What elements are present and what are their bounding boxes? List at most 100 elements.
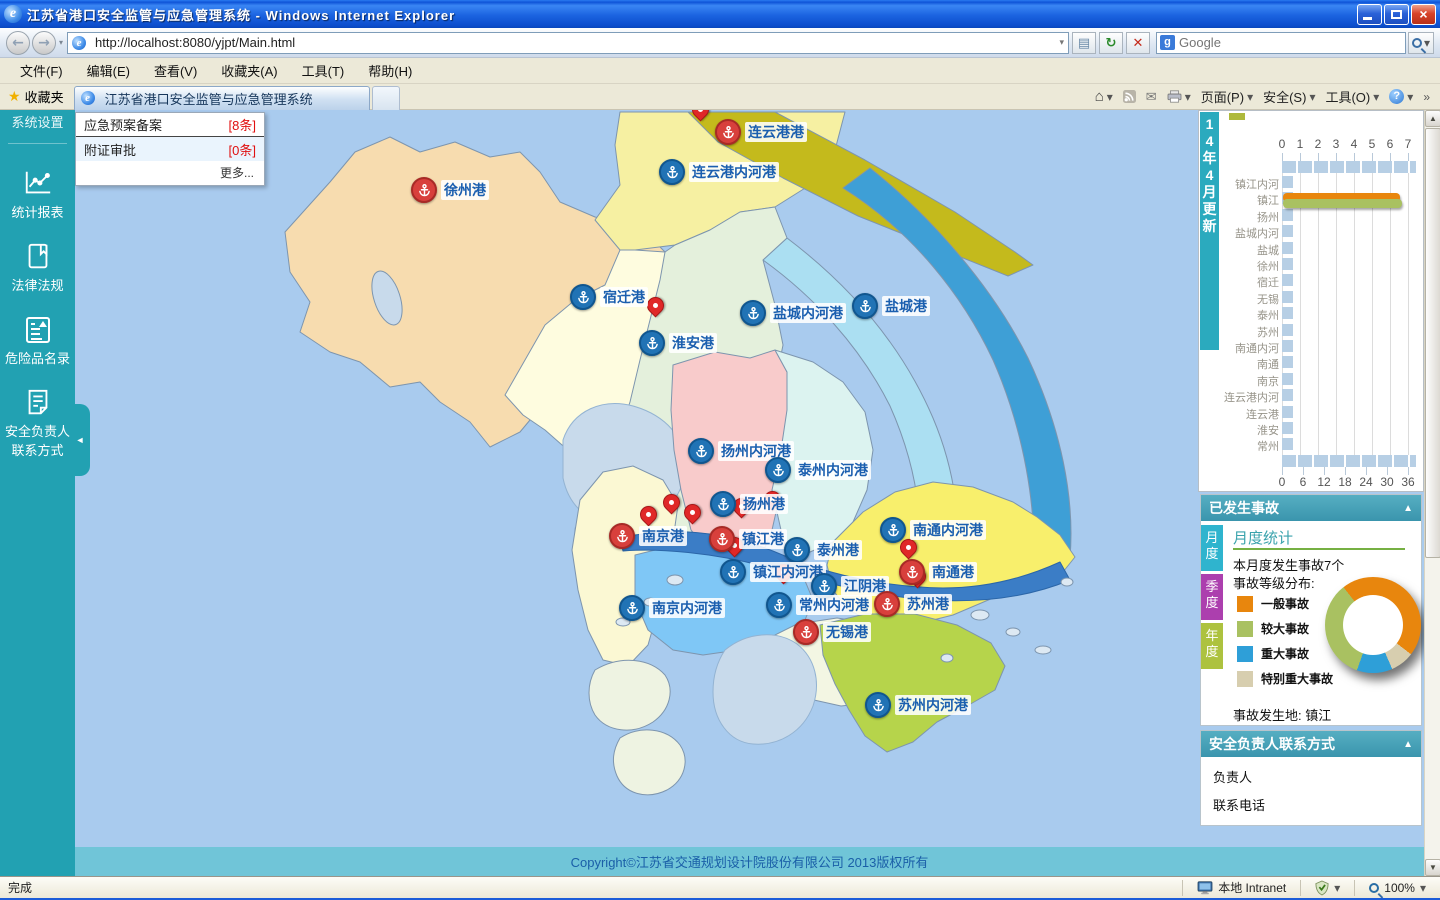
forward-button[interactable]: → [32,31,56,55]
port-marker-南通内河港[interactable]: 南通内河港 [880,517,986,543]
protected-mode-button[interactable]: ▾ [1309,880,1346,896]
book-icon [21,241,55,271]
port-label: 镇江港 [739,529,787,549]
quick-menu-item-1[interactable]: 附证审批[0条] [76,137,264,161]
port-marker-南通港[interactable]: 南通港 [899,559,977,585]
sidebar-separator [8,143,67,144]
history-dropdown-icon[interactable]: ▾ [59,38,63,47]
window-titlebar: e 江苏省港口安全监管与应急管理系统 - Windows Internet Ex… [0,0,1440,28]
top-axis-tick: 1 [1297,137,1304,151]
port-marker-淮安港[interactable]: 淮安港 [639,330,717,356]
port-marker-盐城港[interactable]: 盐城港 [852,293,930,319]
tab-active[interactable]: e 江苏省港口安全监管与应急管理系统 [74,86,370,110]
map-island-b [613,730,685,795]
accident-panel-header[interactable]: 已发生事故 ▲ [1201,495,1421,521]
port-marker-苏州港[interactable]: 苏州港 [874,591,952,617]
port-marker-南京港[interactable]: 南京港 [609,523,687,549]
accident-tab-年度[interactable]: 年度 [1201,623,1223,669]
safety-menu-button[interactable]: 安全(S)▾ [1263,87,1315,106]
copyright-text: Copyright©江苏省交通规划设计院股份有限公司 2013版权所有 [571,852,929,871]
sidebar-item-1[interactable]: 统计报表 [0,158,75,231]
sidebar-item-3[interactable]: 危险品名录 [0,304,75,377]
port-marker-泰州内河港[interactable]: 泰州内河港 [765,457,871,483]
tab-char: 度 [1201,546,1223,562]
scroll-up-button[interactable]: ▲ [1425,110,1440,127]
close-button[interactable]: × [1411,4,1436,25]
tools-menu-button[interactable]: 工具(O)▾ [1325,87,1379,106]
anchor-icon [639,330,665,356]
accident-tab-月度[interactable]: 月度 [1201,525,1223,571]
port-label: 苏州港 [904,594,952,614]
menu-item-2[interactable]: 查看(V) [142,58,209,83]
port-label: 淮安港 [669,333,717,353]
port-marker-镇江港[interactable]: 镇江港 [709,526,787,552]
read-mail-button[interactable]: ✉ [1146,89,1157,105]
search-provider-icon: g [1160,35,1175,50]
row-block [1282,274,1293,286]
ie-icon: e [4,5,22,23]
help-button[interactable]: ?▾ [1389,89,1413,104]
chart-category-label: 淮安 [1201,422,1279,438]
update-badge-char: 1 [1200,116,1219,133]
port-marker-连云港内河港[interactable]: 连云港内河港 [659,159,779,185]
row-block [1282,307,1293,319]
sidebar-item-2[interactable]: 法律法规 [0,231,75,304]
quick-menu-more-link[interactable]: 更多... [76,161,264,185]
feeds-button[interactable] [1123,90,1136,103]
menu-item-4[interactable]: 工具(T) [290,58,357,83]
quick-menu-item-0[interactable]: 应急预案备案[8条] [76,113,264,137]
compatibility-view-button[interactable]: ▤ [1072,32,1096,54]
tab-char: 度 [1201,644,1223,660]
menu-item-0[interactable]: 文件(F) [8,58,75,83]
page-menu-button[interactable]: 页面(P)▾ [1201,87,1253,106]
port-label: 无锡港 [823,622,871,642]
scrollbar-thumb[interactable] [1425,128,1440,558]
contact-panel-header[interactable]: 安全负责人联系方式 ▲ [1201,731,1421,757]
sidebar-item-4[interactable]: 安全负责人联系方式 [0,377,75,469]
quick-menu-count: [0条] [229,140,256,159]
zoom-control[interactable]: 100% ▾ [1363,881,1440,895]
favorites-button[interactable]: ★ 收藏夹 [0,87,74,106]
port-marker-盐城内河港[interactable]: 盐城内河港 [740,300,846,326]
accident-tab-季度[interactable]: 季度 [1201,574,1223,620]
port-marker-苏州内河港[interactable]: 苏州内河港 [865,692,971,718]
stop-button[interactable]: ✕ [1126,32,1150,54]
sidebar-item-0[interactable]: 系统设置 [0,110,75,139]
menu-item-1[interactable]: 编辑(E) [75,58,142,83]
port-label: 南京内河港 [649,598,725,618]
port-marker-南京内河港[interactable]: 南京内河港 [619,595,725,621]
home-button[interactable]: ⌂▾ [1095,88,1113,105]
tab-title: 江苏省港口安全监管与应急管理系统 [105,89,313,108]
port-marker-无锡港[interactable]: 无锡港 [793,619,871,645]
anchor-icon [411,177,437,203]
restore-button[interactable] [1384,4,1409,25]
top-axis-tick: 2 [1315,137,1322,151]
port-marker-宿迁港[interactable]: 宿迁港 [570,284,648,310]
port-marker-徐州港[interactable]: 徐州港 [411,177,489,203]
menu-item-5[interactable]: 帮助(H) [356,58,424,83]
port-label: 南通港 [929,562,977,582]
port-marker-连云港港[interactable]: 连云港港 [715,119,807,145]
row-block [1282,324,1293,336]
url-dropdown-icon[interactable]: ▾ [1059,37,1064,48]
back-button[interactable]: ← [6,31,30,55]
print-button[interactable]: ▾ [1167,90,1191,104]
port-marker-扬州港[interactable]: 扬州港 [710,491,788,517]
collapse-up-icon[interactable]: ▲ [1403,503,1413,514]
accident-location-line: 事故发生地: 镇江 [1233,705,1331,724]
donut-hole [1343,595,1403,655]
toolbar-overflow-chevron[interactable]: » [1423,90,1430,104]
search-input[interactable] [1179,35,1402,50]
search-button[interactable]: ▾ [1408,32,1434,54]
port-marker-常州内河港[interactable]: 常州内河港 [766,592,872,618]
vertical-scrollbar[interactable]: ▲ ▼ [1424,110,1440,876]
new-tab-stub[interactable] [372,86,400,110]
row-block [1282,356,1293,368]
refresh-button[interactable]: ↻ [1099,32,1123,54]
menu-item-3[interactable]: 收藏夹(A) [209,58,289,83]
minimize-button[interactable] [1357,4,1382,25]
address-input[interactable]: e http://localhost:8080/yjpt/Main.html ▾ [67,32,1069,54]
collapse-up-icon[interactable]: ▲ [1403,739,1413,750]
scroll-down-button[interactable]: ▼ [1425,859,1440,876]
search-box[interactable]: g [1156,32,1406,54]
